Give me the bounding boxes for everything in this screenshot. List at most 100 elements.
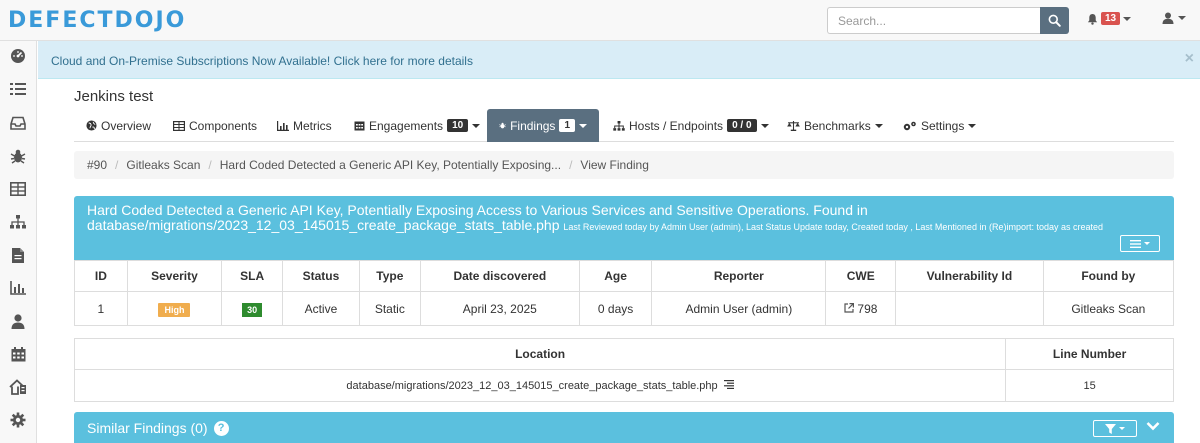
search-input[interactable]: [827, 7, 1040, 34]
notification-count-badge: 13: [1101, 12, 1121, 25]
findings-count-badge: 1: [559, 119, 575, 132]
column-header: Vulnerability Id: [895, 260, 1044, 292]
finding-table: ID Severity SLA Status Type Date discove…: [74, 260, 1175, 326]
table-icon: [173, 120, 185, 131]
column-header: Date discovered: [419, 260, 580, 292]
chevron-down-icon: [760, 123, 769, 128]
help-icon[interactable]: ?: [213, 420, 229, 436]
finding-panel-heading: Hard Coded Detected a Generic API Key, P…: [74, 196, 1174, 260]
top-navbar: DEFECTDOJO 13: [0, 0, 1200, 41]
calendar-icon: [354, 121, 365, 131]
bug-icon: [499, 122, 506, 129]
tab-engagements[interactable]: Engagements 10: [342, 109, 492, 142]
line-number-cell: 15: [1005, 369, 1174, 402]
cwe-link[interactable]: 798: [857, 302, 877, 316]
table-row: database/migrations/2023_12_03_145015_cr…: [73, 369, 1174, 402]
location-table: Location Line Number database/migrations…: [73, 338, 1174, 402]
bell-icon: [1087, 13, 1098, 25]
breadcrumb-current: View Finding: [580, 158, 649, 172]
bar-chart-icon[interactable]: [9, 279, 27, 297]
search-icon: [1048, 14, 1061, 27]
gear-icon[interactable]: [9, 411, 27, 429]
file-path: database/migrations/2023_12_03_145015_cr…: [346, 379, 718, 392]
tab-overview[interactable]: Overview: [74, 109, 163, 142]
cwe-cell[interactable]: 798: [825, 291, 897, 326]
calendar-icon[interactable]: [9, 345, 27, 363]
file-icon[interactable]: [9, 246, 27, 264]
collapse-toggle[interactable]: [1146, 420, 1160, 434]
home-settings-icon[interactable]: [9, 378, 27, 396]
globe-icon: [86, 120, 97, 131]
engagements-count-badge: 10: [447, 119, 469, 132]
finding-actions-button[interactable]: [1120, 235, 1160, 252]
bar-chart-icon: [277, 120, 289, 131]
column-header: Reporter: [651, 260, 827, 292]
column-header: Location: [73, 338, 1007, 370]
tab-benchmarks[interactable]: Benchmarks: [775, 109, 895, 142]
inbox-icon[interactable]: [9, 114, 27, 132]
user-menu[interactable]: [1162, 12, 1186, 24]
sitemap-icon[interactable]: [9, 213, 27, 231]
type-cell: Static: [358, 291, 421, 326]
tab-settings[interactable]: Settings: [891, 109, 988, 142]
breadcrumb-separator: /: [115, 158, 119, 172]
user-icon[interactable]: [9, 312, 27, 330]
alert-link[interactable]: Cloud and On-Premise Subscriptions Now A…: [51, 54, 473, 68]
search-button[interactable]: [1040, 7, 1069, 34]
date-discovered-cell: April 23, 2025: [419, 291, 580, 326]
app-logo[interactable]: DEFECTDOJO: [8, 8, 186, 33]
close-icon[interactable]: ×: [1185, 50, 1194, 68]
breadcrumb: #90 / Gitleaks Scan / Hard Coded Detecte…: [74, 151, 1174, 179]
tab-label: Hosts / Endpoints: [629, 118, 724, 133]
tab-label: Engagements: [369, 118, 444, 133]
column-header: Severity: [126, 260, 223, 292]
cogs-icon: [903, 121, 916, 130]
column-header: Age: [578, 260, 653, 292]
severity-badge: High: [158, 302, 191, 317]
chevron-down-icon: [1119, 427, 1125, 430]
reporter-cell: Admin User (admin): [651, 291, 827, 326]
balance-scale-icon: [787, 120, 800, 131]
chevron-down-icon: [968, 123, 977, 128]
notifications-menu[interactable]: 13: [1087, 12, 1132, 25]
tab-hosts-endpoints[interactable]: Hosts / Endpoints 0 / 0: [601, 109, 781, 142]
search-form: [827, 7, 1069, 34]
filter-icon: [1105, 423, 1116, 434]
age-cell: 0 days: [578, 291, 653, 326]
finding-title: Hard Coded Detected a Generic API Key, P…: [87, 203, 1107, 235]
column-header: SLA: [221, 260, 284, 292]
list-icon[interactable]: [9, 80, 27, 98]
table-icon[interactable]: [9, 180, 27, 198]
filter-button[interactable]: [1093, 420, 1137, 437]
chevron-down-icon: [472, 123, 481, 128]
chevron-down-icon: [579, 123, 587, 128]
breadcrumb-item[interactable]: Hard Coded Detected a Generic API Key, P…: [220, 158, 561, 172]
tab-metrics[interactable]: Metrics: [265, 109, 344, 142]
tab-findings[interactable]: Findings 1: [487, 109, 599, 142]
tab-label: Metrics: [293, 118, 332, 133]
chevron-down-icon: [1146, 422, 1160, 431]
dashboard-icon[interactable]: [9, 47, 27, 65]
column-header: Status: [282, 260, 360, 292]
column-header: Line Number: [1005, 338, 1174, 370]
breadcrumb-item[interactable]: Gitleaks Scan: [126, 158, 200, 172]
list-icon: [1130, 239, 1141, 248]
endpoints-count-badge: 0 / 0: [727, 119, 757, 132]
bug-icon[interactable]: [9, 147, 27, 165]
breadcrumb-separator: /: [208, 158, 212, 172]
column-header: Found by: [1042, 260, 1175, 292]
external-link-icon: [844, 302, 855, 313]
sla-badge: 30: [242, 302, 263, 317]
similar-findings-panel: Similar Findings (0) ?: [74, 412, 1174, 443]
column-header: CWE: [825, 260, 897, 292]
finding-meta: Last Reviewed today by Admin User (admin…: [563, 222, 1103, 232]
align-right-icon[interactable]: [723, 379, 734, 389]
vulnerability-id-cell: [895, 291, 1044, 326]
status-cell: Active: [282, 291, 360, 326]
breadcrumb-item[interactable]: #90: [87, 158, 107, 172]
tab-components[interactable]: Components: [161, 109, 269, 142]
subscription-alert: Cloud and On-Premise Subscriptions Now A…: [38, 41, 1200, 79]
sidebar: [0, 41, 37, 443]
severity-cell: High: [126, 291, 223, 326]
tab-label: Overview: [101, 118, 152, 133]
